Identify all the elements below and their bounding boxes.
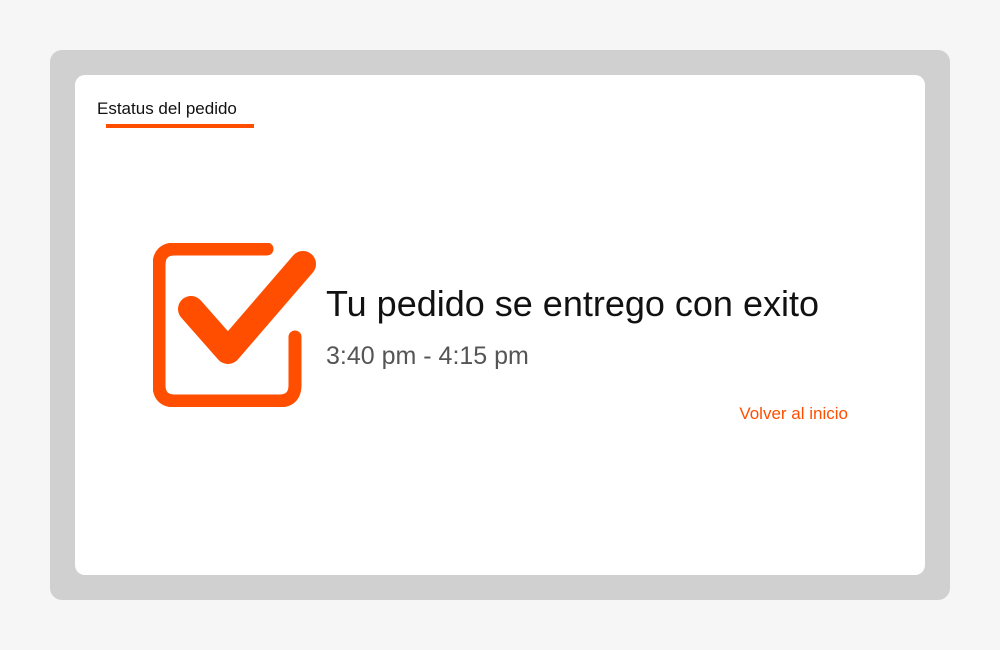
order-status-card: Estatus del pedido Tu pedido se entrego …	[75, 75, 925, 575]
delivery-status-title: Tu pedido se entrego con exito	[326, 283, 819, 324]
tab-order-status[interactable]: Estatus del pedido	[97, 99, 254, 128]
tab-active-indicator	[106, 124, 254, 128]
back-to-home-link[interactable]: Volver al inicio	[739, 404, 848, 424]
check-box-icon	[153, 243, 316, 407]
tab-label: Estatus del pedido	[97, 99, 237, 118]
delivery-time-range: 3:40 pm - 4:15 pm	[326, 342, 529, 370]
